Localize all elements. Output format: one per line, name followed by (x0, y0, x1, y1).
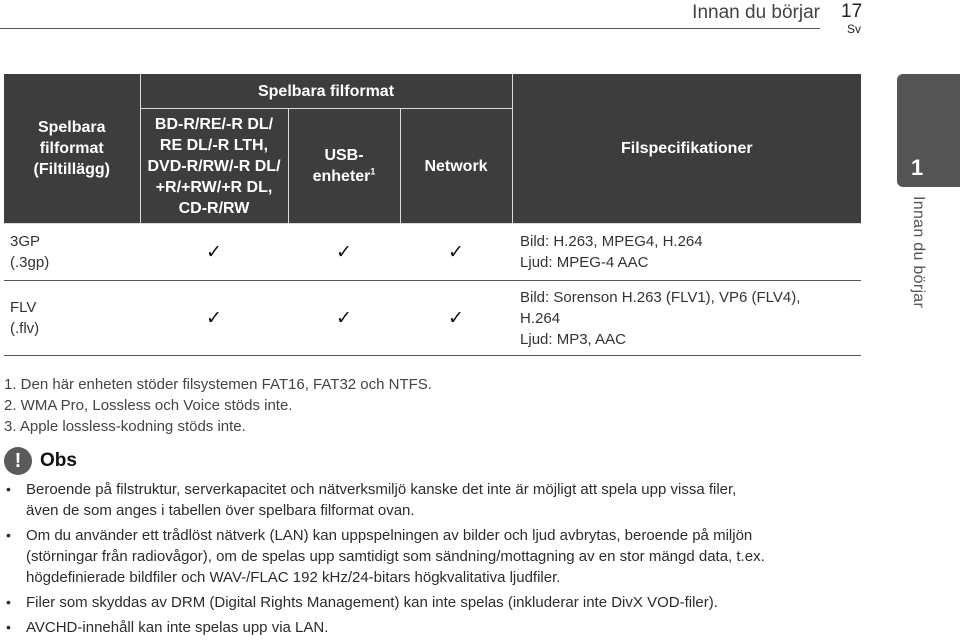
chapter-tab: 1 (897, 74, 960, 187)
format-name: FLV (10, 299, 37, 316)
footnote-1: 1. Den här enheten stöder filsystemen FA… (4, 376, 432, 393)
bullet-icon: • (6, 619, 11, 635)
section-title: Innan du börjar (692, 2, 820, 23)
note-item: • Filer som skyddas av DRM (Digital Righ… (4, 592, 884, 613)
spec-cell: Bild: H.263, MPEG4, H.264 Ljud: MPEG-4 A… (512, 223, 862, 281)
header-disc-line: +R/+RW/+R DL, (155, 178, 273, 196)
header-disc-line: BD-R/RE/-R DL/ (154, 115, 274, 133)
bullet-icon: • (6, 481, 11, 497)
bullet-icon: • (6, 527, 11, 543)
header-usb: USB- enheter1 (287, 108, 401, 224)
chapter-label: Innan du börjar (910, 196, 927, 309)
spec-line: Ljud: MP3, AAC (520, 330, 626, 348)
note-list: • Beroende på filstruktur, serverkapacit… (4, 479, 884, 642)
spec-line: Bild: Sorenson H.263 (FLV1), VP6 (FLV4), (520, 288, 801, 306)
exclamation-icon: ! (4, 447, 32, 475)
note-line: (störningar från radiovågor), om de spel… (26, 548, 765, 565)
note-title: Obs (40, 450, 77, 471)
usb-check-icon: ✓ (288, 223, 400, 281)
network-check-icon: ✓ (400, 223, 513, 281)
footnotes: 1. Den här enheten stöder filsystemen FA… (4, 374, 432, 437)
header-playable-group: Spelbara filformat (139, 74, 513, 109)
disc-check-icon: ✓ (140, 280, 288, 356)
note-item: • Om du använder ett trådlöst nätverk (L… (4, 525, 884, 588)
note-item: • AVCHD-innehåll kan inte spelas upp via… (4, 617, 884, 638)
format-extension: (.flv) (10, 320, 40, 337)
chapter-number: 1 (911, 155, 924, 180)
disc-check-icon: ✓ (140, 223, 288, 281)
note-line: AVCHD-innehåll kan inte spelas upp via L… (26, 619, 329, 636)
format-cell: 3GP (.3gp) (4, 223, 140, 281)
table-row: FLV (.flv) ✓ ✓ ✓ Bild: Sorenson H.263 (F… (4, 280, 862, 356)
note-item: • Beroende på filstruktur, serverkapacit… (4, 479, 884, 521)
format-name: 3GP (10, 233, 41, 250)
header-disc-line: RE DL/-R LTH, (159, 136, 269, 154)
format-extension: (.3gp) (10, 254, 50, 271)
file-format-table: Spelbara filformat (Filtillägg) Spelbara… (4, 74, 862, 356)
header-disc: BD-R/RE/-R DL/ RE DL/-R LTH, DVD-R/RW/-R… (139, 108, 289, 224)
header-file-spec: Filspecifikationer (511, 74, 862, 224)
network-check-icon: ✓ (400, 280, 513, 356)
header-format-line: Spelbara (37, 119, 106, 136)
note-line: även de som anges i tabellen över spelba… (26, 502, 415, 519)
note-line: Om du använder ett trådlöst nätverk (LAN… (26, 527, 753, 544)
language-code: Sv (847, 22, 862, 36)
header-disc-line: DVD-R/RW/-R DL/ (147, 157, 281, 175)
spec-line: Ljud: MPEG-4 AAC (520, 254, 649, 271)
page-number: 17 (841, 1, 863, 22)
format-cell: FLV (.flv) (4, 280, 140, 356)
footnote-3: 3. Apple lossless-kodning stöds inte. (4, 418, 246, 435)
bullet-icon: • (6, 594, 11, 610)
note-heading: ! Obs (4, 447, 77, 475)
footnote-marker: 1 (370, 166, 376, 177)
table-row: 3GP (.3gp) ✓ ✓ ✓ Bild: H.263, MPEG4, H.2… (4, 223, 862, 281)
note-line: Filer som skyddas av DRM (Digital Rights… (26, 594, 718, 611)
header-usb-line: enheter (312, 168, 371, 185)
footnote-2: 2. WMA Pro, Lossless och Voice stöds int… (4, 397, 293, 414)
header-format: Spelbara filformat (Filtillägg) (4, 74, 141, 224)
spec-line: H.264 (520, 309, 561, 327)
note-line: högdefinierade bildfiler och WAV-/FLAC 1… (26, 569, 561, 586)
spec-line: Bild: H.263, MPEG4, H.264 (520, 233, 703, 250)
header-network: Network (399, 108, 513, 224)
header-format-line: filformat (39, 140, 104, 157)
header-format-line: (Filtillägg) (33, 161, 110, 178)
page-header: Innan du börjar 17 Sv (0, 0, 960, 50)
header-disc-line: CD-R/RW (178, 199, 250, 217)
note-line: Beroende på filstruktur, serverkapacitet… (26, 481, 737, 498)
spec-cell: Bild: Sorenson H.263 (FLV1), VP6 (FLV4),… (512, 280, 862, 356)
usb-check-icon: ✓ (288, 280, 400, 356)
header-rule (0, 28, 820, 29)
header-usb-line: USB- (324, 147, 364, 164)
